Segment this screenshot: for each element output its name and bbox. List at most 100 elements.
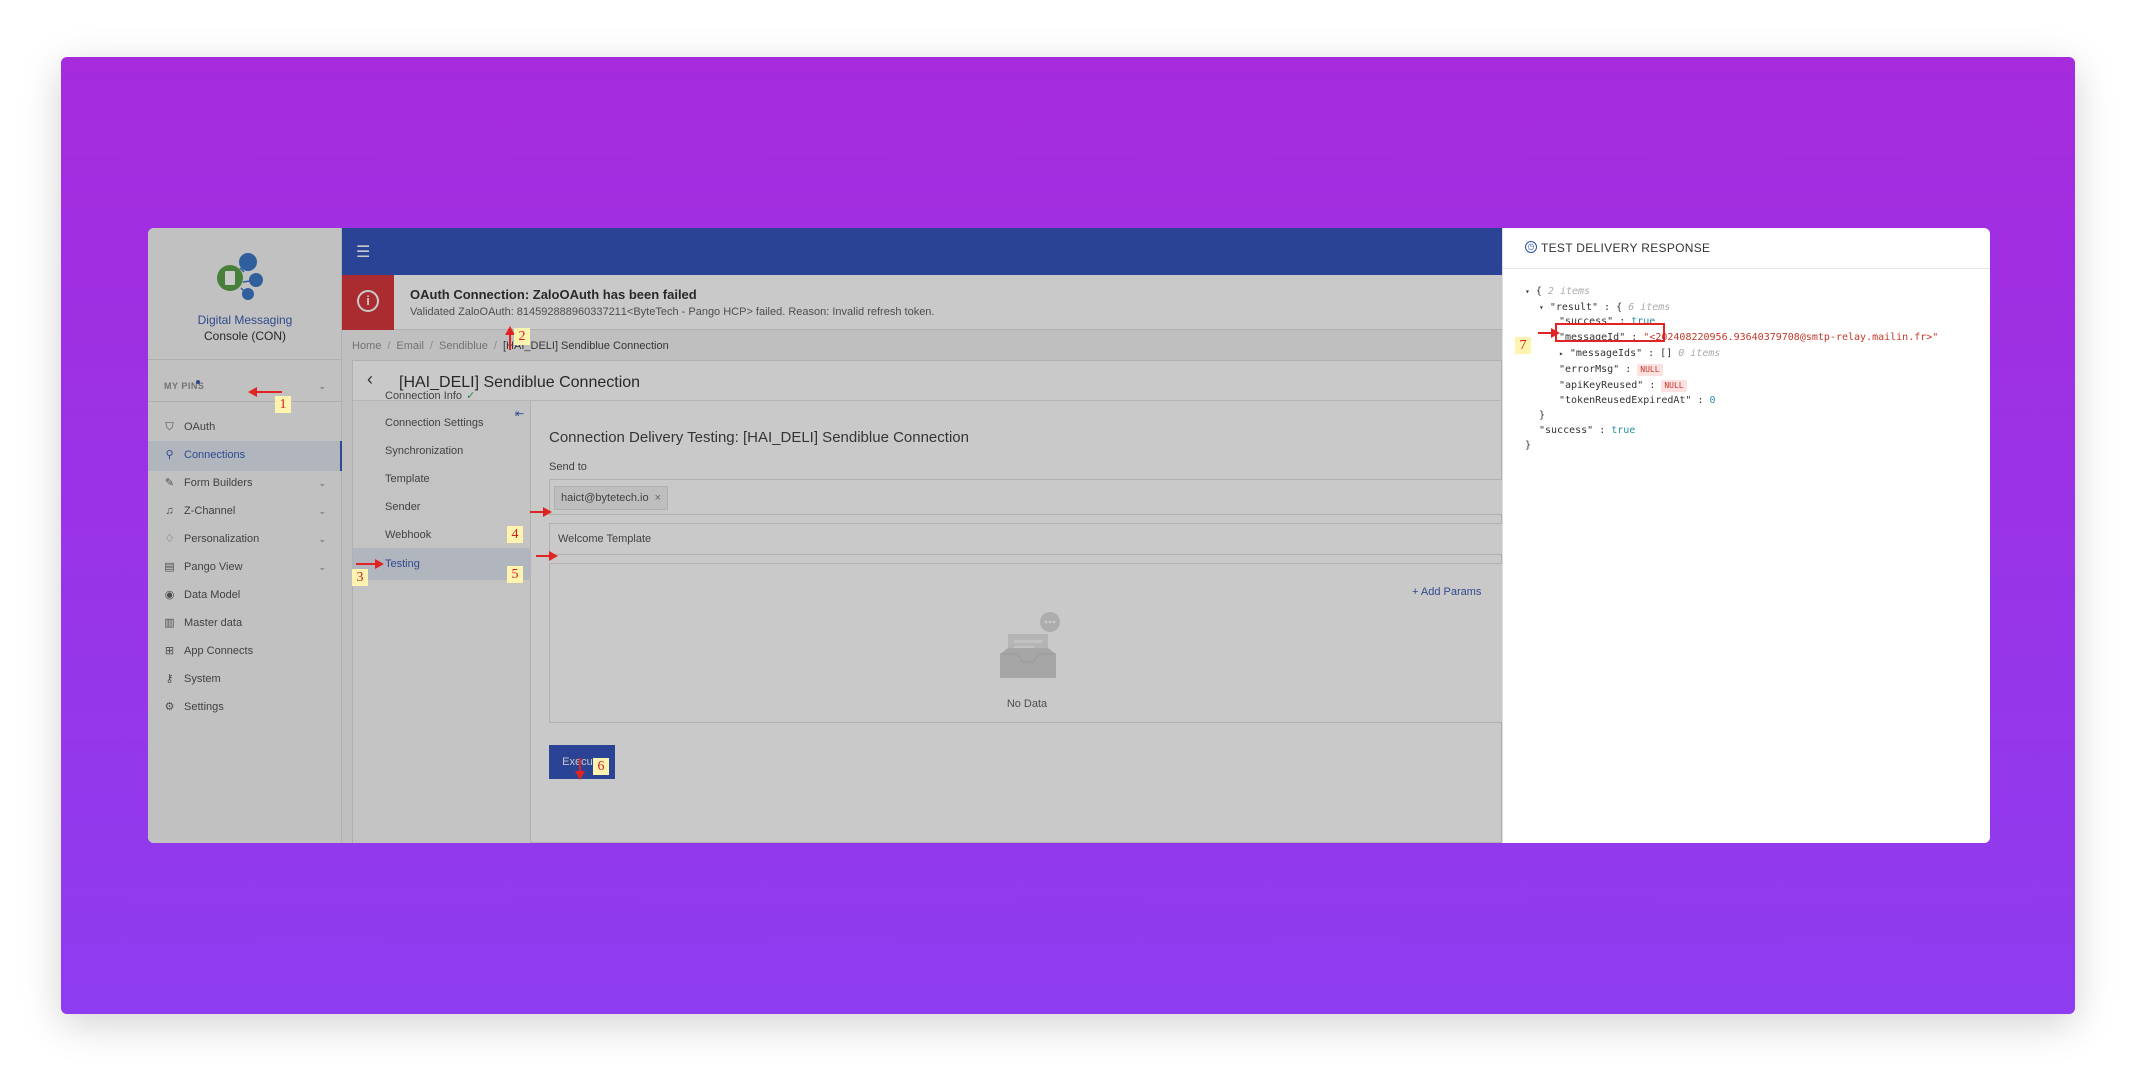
breadcrumb-home[interactable]: Home xyxy=(352,340,381,352)
chevron-down-icon: ⌄ xyxy=(318,478,326,488)
send-to-input[interactable]: haict@bytetech.io × xyxy=(549,479,1503,515)
sidebar-item-pango-view[interactable]: ▤ Pango View ⌄ xyxy=(148,553,342,583)
sidebar-item-data-model[interactable]: ◉ Data Model xyxy=(148,581,342,611)
sidebar: Digital Messaging Console (CON) MY PINS … xyxy=(148,228,342,843)
shield-icon: ⛉ xyxy=(165,421,174,433)
chevron-down-icon: ⌄ xyxy=(318,534,326,544)
expand-toggle-icon[interactable]: ▾ xyxy=(1539,303,1544,312)
annotation-badge-2: 2 xyxy=(514,328,530,345)
app-window: Digital Messaging Console (CON) MY PINS … xyxy=(148,228,1990,843)
sidebar-item-master-data[interactable]: ▥ Master data xyxy=(148,609,342,639)
json-line: "errorMsg" : NULL xyxy=(1559,363,1663,377)
add-params-button[interactable]: + Add Params xyxy=(1412,586,1481,598)
empty-inbox-icon xyxy=(1000,612,1060,678)
testing-title: Connection Delivery Testing: [HAI_DELI] … xyxy=(549,429,969,446)
subnav-item-webhook[interactable]: Webhook xyxy=(353,519,531,551)
link-icon: ⚲ xyxy=(165,449,174,461)
recipient-email: haict@bytetech.io xyxy=(561,492,649,504)
logo-icon xyxy=(217,253,263,300)
annotation-badge-3: 3 xyxy=(352,569,368,586)
json-separator: : [] xyxy=(1642,348,1673,359)
expand-toggle-icon[interactable]: ▸ xyxy=(1559,349,1564,358)
json-value: true xyxy=(1611,425,1636,436)
json-separator: { xyxy=(1535,286,1542,297)
json-line[interactable]: ▾ { 2 items xyxy=(1525,285,1590,299)
annotation-badge-6: 6 xyxy=(593,758,609,775)
json-line: "tokenReusedExpiredAt" : 0 xyxy=(1559,394,1716,408)
sidebar-item-oauth[interactable]: ⛉ OAuth xyxy=(148,413,342,443)
annotation-arrow-6 xyxy=(575,758,585,780)
json-key: "result" xyxy=(1549,302,1599,313)
gear-icon: ⚙ xyxy=(164,701,175,713)
menu-collapse-icon[interactable]: ☰ xyxy=(356,242,370,262)
clock-icon: ◷ xyxy=(1525,241,1537,253)
json-value: 0 xyxy=(1709,395,1716,406)
no-data-text: No Data xyxy=(1006,698,1048,710)
subnav-item-label: Connection Settings xyxy=(385,417,484,429)
model-icon: ◉ xyxy=(164,589,175,601)
annotation-arrow-5 xyxy=(536,551,558,561)
sidebar-item-label: Master data xyxy=(184,617,243,629)
chevron-down-icon: ⌄ xyxy=(318,562,326,572)
sidebar-item-system[interactable]: ⚷ System xyxy=(148,665,342,695)
send-to-label: Send to xyxy=(549,461,587,473)
sidebar-item-label: Pango View xyxy=(184,561,243,573)
remove-chip-icon[interactable]: × xyxy=(655,492,661,504)
json-separator: : xyxy=(1619,364,1638,375)
sidebar-item-form-builders[interactable]: ✎ Form Builders ⌄ xyxy=(148,469,342,499)
brand-title: Digital Messaging xyxy=(197,313,293,327)
json-line: "apiKeyReused" : NULL xyxy=(1559,379,1687,393)
sidebar-item-app-connects[interactable]: ⊞ App Connects xyxy=(148,637,342,667)
json-line[interactable]: ▸ "messageIds" : [] 0 items xyxy=(1559,347,1720,361)
brand-subtitle: Console (CON) xyxy=(203,329,287,343)
subnav-item-label: Sender xyxy=(385,501,421,513)
annotation-badge-5: 5 xyxy=(507,566,523,583)
params-panel: + Add Params No Data xyxy=(549,563,1503,723)
sidebar-item-label: Data Model xyxy=(184,589,241,601)
json-key: } xyxy=(1539,410,1546,421)
json-separator: : xyxy=(1593,425,1612,436)
annotation-badge-4: 4 xyxy=(507,526,523,543)
chevron-down-icon: ⌄ xyxy=(318,506,326,516)
apps-icon: ⊞ xyxy=(164,645,175,657)
edit-icon: ✎ xyxy=(164,477,175,489)
sidebar-item-label: Settings xyxy=(184,701,224,713)
breadcrumb-sendiblue[interactable]: Sendiblue xyxy=(439,340,488,352)
json-item-count: 6 items xyxy=(1628,302,1671,313)
recipient-chip: haict@bytetech.io × xyxy=(554,486,669,510)
json-separator: : xyxy=(1691,395,1710,406)
template-select[interactable]: Welcome Template xyxy=(549,523,1503,555)
sidebar-item-label: System xyxy=(184,673,221,685)
sidebar-item-settings[interactable]: ⚙ Settings xyxy=(148,693,342,723)
sidebar-item-connections[interactable]: ⚲ Connections xyxy=(148,441,342,471)
alert-title: OAuth Connection: ZaloOAuth has been fai… xyxy=(410,287,697,302)
subnav-item-label: Webhook xyxy=(385,529,432,541)
key-icon: ⚷ xyxy=(165,673,174,685)
json-line: "success" : true xyxy=(1539,424,1635,438)
chevron-down-icon: ⌄ xyxy=(318,381,326,391)
breadcrumb-email[interactable]: Email xyxy=(396,340,424,352)
subnav-item-label: Template xyxy=(385,473,430,485)
expand-toggle-icon[interactable]: ▾ xyxy=(1525,287,1530,296)
json-line: } xyxy=(1525,439,1531,453)
document-icon: ▥ xyxy=(164,617,175,629)
json-separator: : xyxy=(1643,380,1662,391)
sidebar-item-label: Z-Channel xyxy=(184,505,236,517)
annotation-arrow-7 xyxy=(1538,328,1560,338)
sidebar-item-z-channel[interactable]: ♫ Z-Channel ⌄ xyxy=(148,497,342,527)
sidebar-item-personalization[interactable]: ♢ Personalization ⌄ xyxy=(148,525,342,555)
my-pins-section[interactable]: MY PINS ⌄ xyxy=(148,370,342,402)
drawer-header: ◷ TEST DELIVERY RESPONSE xyxy=(1503,228,1990,269)
pins-indicator-dot xyxy=(196,380,200,384)
sidebar-item-label: Form Builders xyxy=(184,477,253,489)
json-line[interactable]: ▾ "result" : { 6 items xyxy=(1539,301,1670,315)
shirt-icon: ♢ xyxy=(164,533,175,545)
drawer-title: TEST DELIVERY RESPONSE xyxy=(1541,241,1711,255)
test-delivery-response-drawer: ◷ TEST DELIVERY RESPONSE ▾ { 2 items ▾ "r… xyxy=(1502,228,1990,843)
annotation-badge-1: 1 xyxy=(275,396,291,413)
json-key: "messageIds" xyxy=(1569,348,1643,359)
subnav-item-label: Connection Info xyxy=(385,390,463,402)
subnav-item-label: Testing xyxy=(385,558,420,570)
error-alert: i OAuth Connection: ZaloOAuth has been f… xyxy=(342,275,1502,330)
json-line: } xyxy=(1539,409,1545,423)
